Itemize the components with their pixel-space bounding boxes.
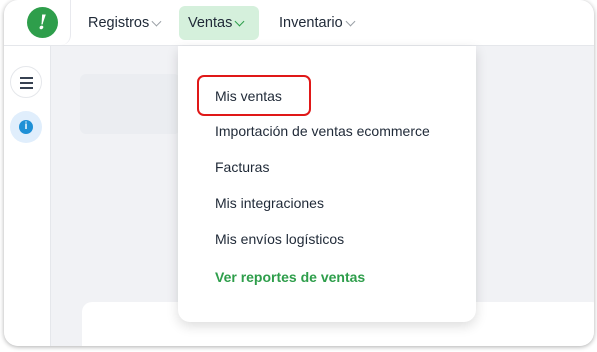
menu-item-facturas[interactable]: Facturas bbox=[215, 157, 269, 177]
ventas-dropdown-menu: Mis ventas Importación de ventas ecommer… bbox=[178, 46, 476, 322]
nav-ventas-label: Ventas bbox=[188, 15, 233, 31]
top-navbar: ! Registros Ventas Inventario bbox=[4, 0, 594, 46]
content-placeholder bbox=[80, 74, 180, 134]
menu-item-mis-ventas[interactable]: Mis ventas bbox=[215, 86, 282, 106]
nav-ventas[interactable]: Ventas bbox=[179, 6, 259, 40]
nav-registros[interactable]: Registros bbox=[79, 6, 169, 40]
chevron-down-icon bbox=[151, 16, 162, 26]
nav-inventario[interactable]: Inventario bbox=[270, 6, 370, 40]
nav-registros-label: Registros bbox=[88, 15, 150, 31]
info-button[interactable]: i bbox=[10, 111, 42, 143]
chevron-down-icon bbox=[234, 16, 245, 26]
brand-logo[interactable]: ! bbox=[27, 7, 58, 38]
menu-icon-bar bbox=[20, 82, 33, 84]
chevron-down-icon bbox=[345, 16, 356, 26]
menu-item-mis-envios-logisticos[interactable]: Mis envíos logísticos bbox=[215, 229, 344, 249]
ver-reportes-link[interactable]: Ver reportes de ventas bbox=[215, 267, 365, 287]
menu-icon-bar bbox=[20, 87, 33, 89]
menu-item-mis-integraciones[interactable]: Mis integraciones bbox=[215, 193, 324, 213]
nav-inventario-label: Inventario bbox=[279, 15, 343, 31]
sidebar: i bbox=[4, 46, 51, 346]
menu-button[interactable] bbox=[10, 66, 42, 98]
menu-item-importacion-ventas-ecommerce[interactable]: Importación de ventas ecommerce bbox=[215, 121, 430, 141]
info-icon: i bbox=[19, 120, 33, 134]
menu-icon bbox=[20, 77, 33, 79]
app-window: ! Registros Ventas Inventario i Mis vent… bbox=[4, 0, 594, 346]
logo-area: ! bbox=[4, 0, 71, 45]
